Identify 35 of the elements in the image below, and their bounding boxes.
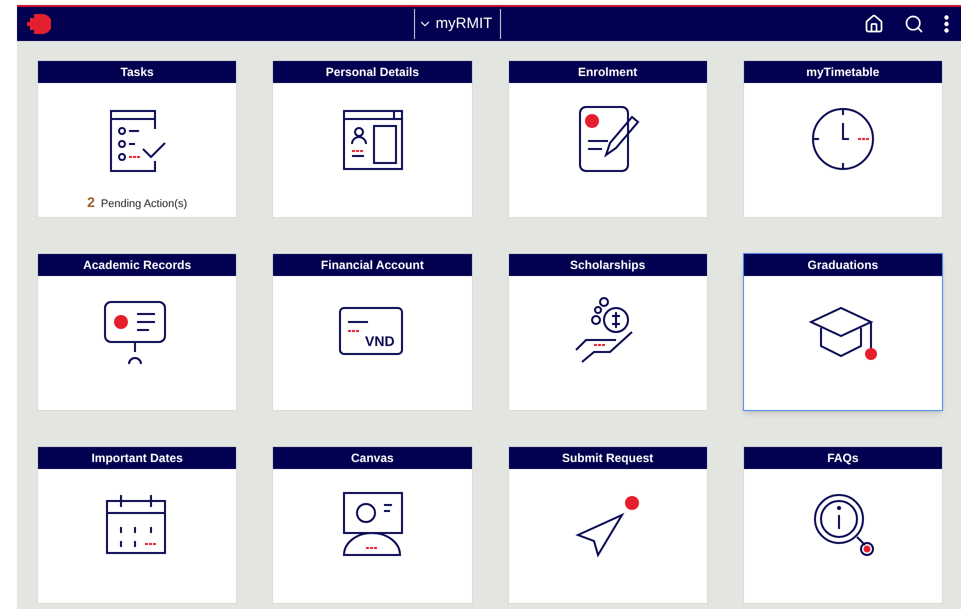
tile-title: FAQs xyxy=(744,447,942,469)
pending-label: Pending Action(s) xyxy=(100,197,188,212)
home-icon xyxy=(864,14,884,34)
tile-title: Enrolment xyxy=(508,61,707,83)
tile-card[interactable]: Submit Request xyxy=(508,446,708,604)
logo-icon xyxy=(25,12,51,36)
tile-card[interactable]: Scholarships xyxy=(508,253,708,411)
tile-card[interactable]: FAQs xyxy=(742,446,943,604)
tile-title: Important Dates xyxy=(38,447,236,469)
tile-card[interactable]: Important Dates xyxy=(37,446,238,604)
tile-title: Tasks xyxy=(38,61,236,83)
search-button[interactable] xyxy=(904,14,924,34)
more-icon xyxy=(944,15,949,33)
tile-title: Submit Request xyxy=(508,447,707,469)
more-options-button[interactable] xyxy=(944,15,949,33)
tile-card[interactable]: Financial Account VND xyxy=(272,253,472,411)
home-button[interactable] xyxy=(864,14,884,34)
tile-title: Personal Details xyxy=(273,61,472,83)
tile-title: myTimetable xyxy=(744,61,942,83)
tile-title: Graduations xyxy=(744,254,942,276)
tile-card[interactable]: Tasks 2 Pending Action(s) xyxy=(37,60,238,218)
search-icon xyxy=(904,14,924,34)
tile-title: Canvas xyxy=(273,447,472,469)
tile-title: Financial Account xyxy=(273,254,472,276)
tile-card[interactable]: Enrolment xyxy=(508,60,708,218)
tile-card[interactable]: Canvas xyxy=(272,446,472,604)
tile-card[interactable]: Graduations xyxy=(742,253,943,411)
tile-card[interactable]: Academic Records xyxy=(37,253,238,411)
pending-count: 2 xyxy=(87,193,95,212)
tile-card[interactable]: myTimetable xyxy=(742,60,943,218)
app-menu-dropdown[interactable]: myRMIT xyxy=(414,9,502,39)
tile-title: Academic Records xyxy=(38,254,236,276)
currency-label: VND xyxy=(365,333,395,349)
tile-card[interactable]: Personal Details xyxy=(272,60,472,218)
tile-title: Scholarships xyxy=(508,254,707,276)
